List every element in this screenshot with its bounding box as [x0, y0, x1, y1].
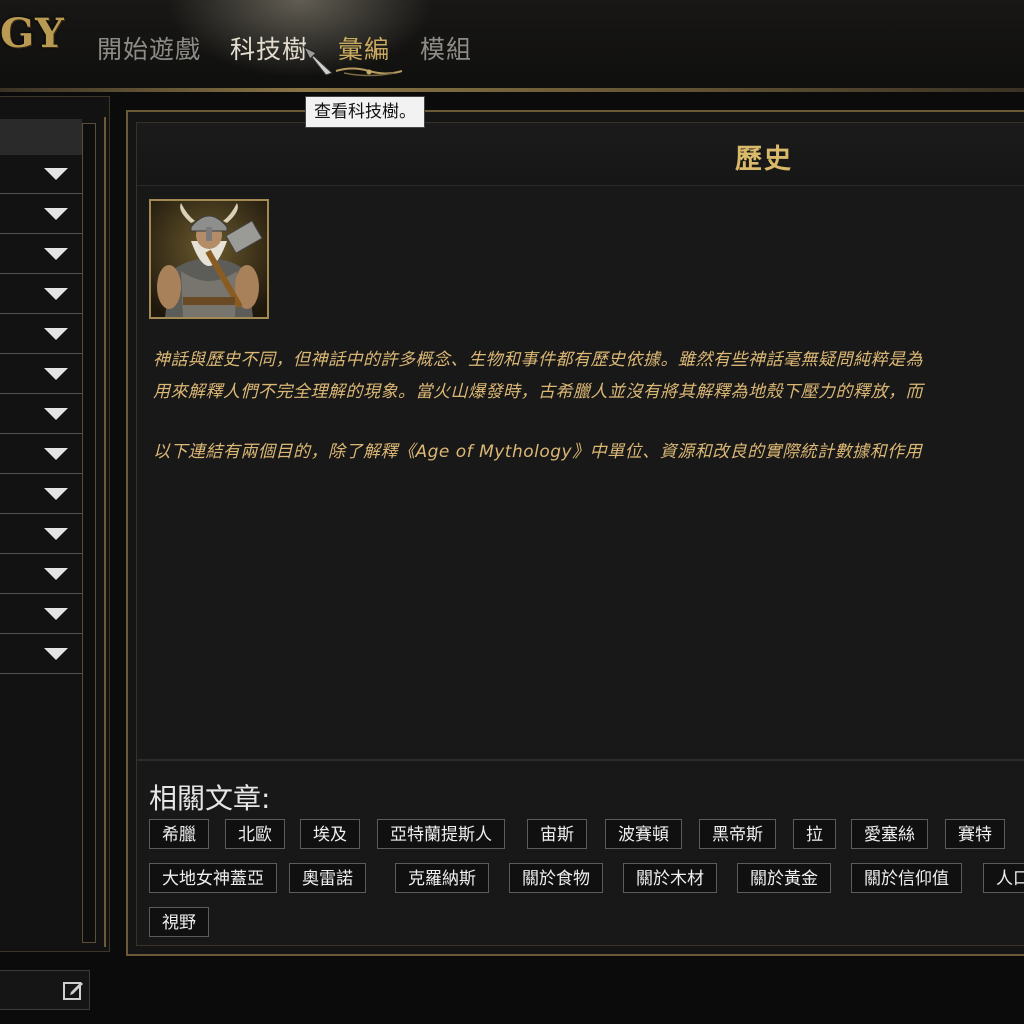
edit-field[interactable]	[0, 970, 90, 1010]
history-paragraph: 神話與歷史不同，但神話中的許多概念、生物和事件都有歷史依據。雖然有些神話毫無疑問…	[153, 350, 923, 370]
category-row[interactable]	[0, 595, 82, 634]
related-articles-heading: 相關文章:	[149, 782, 271, 815]
header-divider	[0, 88, 1024, 92]
nav-compendium[interactable]: 彙編	[338, 30, 390, 66]
nav-tech-tree[interactable]: 科技樹	[230, 30, 308, 66]
related-link-about-food[interactable]: 關於食物	[509, 863, 603, 893]
chevron-down-icon	[44, 608, 68, 620]
chevron-down-icon	[44, 568, 68, 580]
category-row[interactable]	[0, 475, 82, 514]
chevron-down-icon	[44, 288, 68, 300]
nav-selected-ornament-icon	[335, 67, 403, 77]
related-link-zeus[interactable]: 宙斯	[527, 819, 587, 849]
left-list-header	[0, 119, 82, 155]
left-category-panel	[0, 96, 110, 952]
norse-warrior-portrait-icon	[149, 199, 269, 319]
game-logo: GY	[0, 10, 65, 57]
cursor-spear-icon	[302, 45, 333, 76]
article-panel: 歷史 神話與歷史不同，但神話中的許多概念、生物和事件都有歷史依據。雖然有些神話毫…	[126, 110, 1024, 956]
category-row[interactable]	[0, 515, 82, 554]
chevron-down-icon	[44, 248, 68, 260]
article-content: 歷史 神話與歷史不同，但神話中的許多概念、生物和事件都有歷史依據。雖然有些神話毫…	[136, 122, 1024, 946]
tooltip: 查看科技樹。	[305, 96, 425, 128]
related-link-kronos[interactable]: 克羅納斯	[395, 863, 489, 893]
article-title-bar: 歷史	[137, 123, 1024, 186]
category-row[interactable]	[0, 355, 82, 394]
history-paragraph: 用來解釋人們不完全理解的現象。當火山爆發時，古希臘人並沒有將其解釋為地殼下壓力的…	[153, 382, 923, 402]
related-link-hades[interactable]: 黑帝斯	[699, 819, 776, 849]
related-link-norse[interactable]: 北歐	[225, 819, 285, 849]
category-row[interactable]	[0, 395, 82, 434]
chevron-down-icon	[44, 408, 68, 420]
related-link-ra[interactable]: 拉	[793, 819, 836, 849]
related-link-isis[interactable]: 愛塞絲	[851, 819, 928, 849]
related-link-about-favor[interactable]: 關於信仰值	[851, 863, 962, 893]
category-row[interactable]	[0, 275, 82, 314]
category-row[interactable]	[0, 555, 82, 594]
related-link-ouranos[interactable]: 奧雷諾	[289, 863, 366, 893]
page-title: 歷史	[735, 144, 793, 175]
related-link-atlantean[interactable]: 亞特蘭提斯人	[377, 819, 505, 849]
chevron-down-icon	[44, 648, 68, 660]
nav-start-game[interactable]: 開始遊戲	[97, 30, 201, 66]
chevron-down-icon	[44, 168, 68, 180]
chevron-down-icon	[44, 488, 68, 500]
related-link-about-gold[interactable]: 關於黃金	[737, 863, 831, 893]
related-link-greek[interactable]: 希臘	[149, 819, 209, 849]
category-row[interactable]	[0, 155, 82, 194]
chevron-down-icon	[44, 368, 68, 380]
content-divider	[137, 759, 1024, 761]
category-row[interactable]	[0, 315, 82, 354]
related-link-egyptian[interactable]: 埃及	[300, 819, 360, 849]
category-row[interactable]	[0, 435, 82, 474]
category-row[interactable]	[0, 635, 82, 674]
related-link-poseidon[interactable]: 波賽頓	[605, 819, 682, 849]
left-scrollbar[interactable]	[82, 123, 96, 943]
related-link-set[interactable]: 賽特	[945, 819, 1005, 849]
related-link-gaia[interactable]: 大地女神蓋亞	[149, 863, 277, 893]
left-panel-gold-edge	[104, 117, 106, 947]
chevron-down-icon	[44, 328, 68, 340]
category-row[interactable]	[0, 235, 82, 274]
edit-icon[interactable]	[62, 979, 84, 1001]
chevron-down-icon	[44, 528, 68, 540]
nav-mods[interactable]: 模組	[420, 30, 472, 66]
history-paragraph: 以下連結有兩個目的，除了解釋《Age of Mythology》中單位、資源和改…	[153, 442, 923, 462]
chevron-down-icon	[44, 208, 68, 220]
top-navigation-bar: GY 開始遊戲 科技樹 彙編 模組	[0, 0, 1024, 92]
related-link-population[interactable]: 人口	[983, 863, 1024, 893]
chevron-down-icon	[44, 448, 68, 460]
category-row[interactable]	[0, 195, 82, 234]
related-link-line-of-sight[interactable]: 視野	[149, 907, 209, 937]
related-link-about-wood[interactable]: 關於木材	[623, 863, 717, 893]
